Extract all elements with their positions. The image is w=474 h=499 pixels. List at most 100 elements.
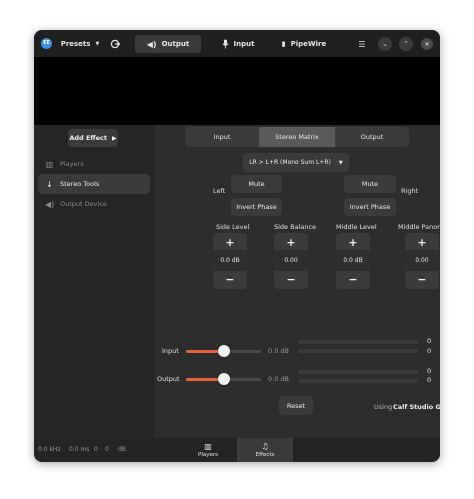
middle-panorama-spinner[interactable]: + 0.00 −	[405, 233, 439, 289]
bottom-tab-effects-label: Effects	[255, 452, 275, 458]
right-label: Right	[401, 187, 419, 195]
spectrum-display	[34, 57, 440, 125]
chevron-down-icon: ▼	[95, 41, 100, 47]
output-gain-label: Output	[157, 375, 180, 383]
status-value-1: 0	[94, 446, 98, 453]
main-menu-button[interactable]: ☰	[354, 35, 370, 53]
speaker-icon: ◀)	[45, 199, 55, 209]
input-gain-label: Input	[162, 347, 179, 355]
middle-level-label: Middle Level	[336, 223, 377, 231]
tab-pipewire[interactable]: ▮ PipeWire	[277, 35, 331, 53]
input-level-right-value: 0	[427, 347, 432, 355]
output-level-bar-right	[298, 379, 418, 383]
chevron-up-icon: ⌃	[403, 40, 409, 48]
chevron-right-icon: ▶	[112, 134, 117, 142]
sidebar-item-stereo-tools[interactable]: ↓ Stereo Tools	[38, 174, 150, 194]
right-mute-button[interactable]: Mute	[344, 175, 396, 193]
latency: 0.0 ms	[69, 446, 90, 453]
output-level-right-value: 0	[427, 376, 432, 384]
close-button[interactable]: ✕	[421, 38, 433, 50]
header-bar: EE Presets ▼ ◀) Output Input ▮ PipeWire …	[34, 30, 440, 57]
increment-button[interactable]: +	[274, 234, 308, 251]
stereo-mode-value: LR > L+R (Mono Sum L+R)	[249, 159, 331, 166]
using-label: Using	[374, 403, 393, 411]
side-balance-value[interactable]: 0.00	[274, 250, 308, 271]
middle-panorama-value[interactable]: 0.00	[405, 250, 439, 271]
stereo-tools-panel: Input Stereo Matrix Output LR > L+R (Mon…	[154, 125, 440, 438]
presets-label: Presets	[60, 40, 91, 48]
chevron-down-icon: ▼	[338, 159, 343, 166]
tab-output-label: Output	[161, 40, 190, 48]
speaker-icon: ◀)	[146, 39, 157, 49]
bottom-tab-players-label: Players	[198, 452, 218, 458]
tab-input[interactable]: Input	[216, 35, 260, 53]
down-arrow-icon: ↓	[46, 179, 53, 189]
music-note-icon: ♫	[261, 442, 269, 451]
pipewire-icon: ▮	[281, 40, 286, 48]
output-gain-slider[interactable]	[186, 373, 261, 385]
reset-button[interactable]: Reset	[279, 396, 313, 415]
microphone-icon	[221, 39, 229, 49]
side-level-label: Side Level	[216, 223, 250, 231]
decrement-button[interactable]: −	[405, 271, 439, 288]
sidebar-item-label: Stereo Tools	[60, 180, 100, 188]
middle-level-value[interactable]: 0.0 dB	[336, 250, 370, 271]
increment-button[interactable]: +	[213, 234, 247, 251]
maximize-button[interactable]: ⌃	[399, 37, 413, 51]
add-effect-button[interactable]: Add Effect ▶	[68, 129, 118, 147]
tab-pipewire-label: PipeWire	[290, 40, 327, 48]
tab-output-section[interactable]: Output	[335, 127, 409, 147]
sidebar-item-players[interactable]: ▥ Players	[38, 154, 150, 174]
sidebar-item-label: Players	[60, 160, 84, 168]
tab-input-section[interactable]: Input	[185, 127, 259, 147]
tab-input-label: Input	[233, 40, 255, 48]
tab-output[interactable]: ◀) Output	[135, 35, 201, 53]
side-level-spinner[interactable]: + 0.0 dB −	[213, 233, 247, 289]
output-gain-knob[interactable]	[217, 373, 230, 385]
presets-menu-button[interactable]: Presets ▼	[60, 35, 100, 53]
increment-button[interactable]: +	[336, 234, 370, 251]
output-level-left-value: 0	[427, 367, 432, 375]
side-balance-spinner[interactable]: + 0.00 −	[274, 233, 308, 289]
decrement-button[interactable]: −	[336, 271, 370, 288]
output-gain-value: 0.0 dB	[268, 375, 289, 383]
sidebar-item-output-device[interactable]: ◀) Output Device	[38, 194, 150, 214]
side-balance-label: Side Balance	[274, 223, 317, 231]
output-level-bar-left	[298, 370, 418, 374]
left-invert-phase-button[interactable]: Invert Phase	[231, 198, 282, 216]
bypass-icon	[110, 39, 120, 49]
bottom-tab-players[interactable]: ▥ Players	[187, 438, 229, 462]
input-gain-knob[interactable]	[217, 345, 230, 357]
stereo-mode-select[interactable]: LR > L+R (Mono Sum L+R) ▼	[243, 153, 349, 172]
minimize-button[interactable]: ⌄	[378, 37, 392, 51]
easyeffects-window: EE Presets ▼ ◀) Output Input ▮ PipeWire …	[34, 30, 440, 462]
close-icon: ✕	[424, 40, 430, 48]
left-mute-button[interactable]: Mute	[231, 175, 282, 193]
right-invert-phase-button[interactable]: Invert Phase	[344, 198, 396, 216]
input-gain-value: 0.0 dB	[268, 347, 289, 355]
add-effect-label: Add Effect	[69, 134, 108, 142]
plugin-name: Calf Studio Gear	[393, 403, 440, 411]
sample-rate: 0.0 kHz	[38, 446, 61, 453]
middle-panorama-label: Middle Panorama	[398, 223, 440, 231]
input-level-bar-right	[298, 349, 418, 353]
bottom-bar: 0.0 kHz 0.0 ms 0 0 dB ▥ Players ♫ Effect…	[34, 438, 440, 462]
effects-sidebar: Add Effect ▶ ▥ Players ↓ Stereo Tools ◀)…	[34, 125, 154, 438]
input-level-left-value: 0	[427, 337, 432, 345]
players-icon: ▥	[45, 159, 54, 169]
tab-stereo-matrix[interactable]: Stereo Matrix	[259, 127, 335, 147]
left-label: Left	[213, 187, 226, 195]
app-icon: EE	[41, 38, 52, 49]
bottom-tab-effects[interactable]: ♫ Effects	[237, 438, 293, 462]
decrement-button[interactable]: −	[213, 271, 247, 288]
decrement-button[interactable]: −	[274, 271, 308, 288]
middle-level-spinner[interactable]: + 0.0 dB −	[336, 233, 370, 289]
sidebar-item-label: Output Device	[60, 200, 107, 208]
players-icon: ▥	[204, 442, 212, 451]
increment-button[interactable]: +	[405, 234, 439, 251]
side-level-value[interactable]: 0.0 dB	[213, 250, 247, 271]
input-gain-slider[interactable]	[186, 345, 261, 357]
bypass-button[interactable]	[106, 35, 124, 53]
status-value-2: 0	[105, 446, 109, 453]
status-db-unit: dB	[118, 446, 126, 453]
